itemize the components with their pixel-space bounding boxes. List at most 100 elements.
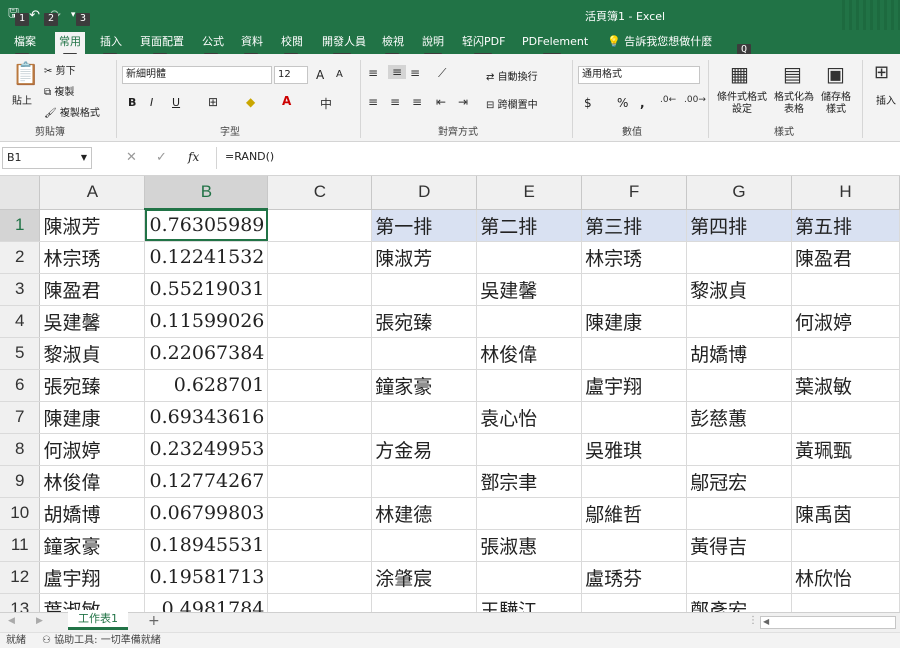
cell[interactable]: 第五排: [791, 209, 900, 242]
row-header[interactable]: 10: [0, 497, 41, 530]
cell[interactable]: [267, 273, 373, 306]
cell[interactable]: [371, 401, 478, 434]
row-header[interactable]: 1: [0, 209, 41, 242]
cell[interactable]: 鄔維哲: [581, 497, 688, 530]
tab-insert[interactable]: 插入: [96, 30, 126, 54]
sheet-tab-1[interactable]: 工作表1: [68, 610, 128, 630]
orientation-icon[interactable]: ⟋: [438, 66, 446, 81]
cell[interactable]: 陳禹茵: [791, 497, 900, 530]
cell[interactable]: 方金易: [371, 433, 478, 466]
percent-button[interactable]: %: [617, 96, 628, 110]
cell[interactable]: 張宛臻: [371, 305, 478, 338]
phonetic-icon[interactable]: 中: [320, 95, 332, 112]
cell-styles-icon[interactable]: ▣: [826, 62, 845, 86]
cell[interactable]: 0.628701: [144, 369, 269, 402]
cell[interactable]: 陳淑芳: [39, 209, 146, 242]
align-bottom-icon[interactable]: ≡: [410, 66, 420, 80]
add-sheet-button[interactable]: +: [148, 613, 160, 629]
cell[interactable]: [267, 561, 373, 594]
cell[interactable]: 涂肇宸: [371, 561, 478, 594]
merge-center-button[interactable]: ⊟ 跨欄置中: [486, 96, 538, 111]
fill-color-icon[interactable]: ◆: [246, 95, 255, 109]
font-name-select[interactable]: 新細明體: [122, 66, 272, 84]
cell[interactable]: 鄔冠宏: [686, 465, 793, 498]
increase-indent-icon[interactable]: ⇥: [458, 95, 468, 109]
row-header[interactable]: 6: [0, 369, 41, 402]
format-as-table-button[interactable]: 格式化為表格: [772, 92, 816, 116]
row-header[interactable]: 5: [0, 337, 41, 370]
cell[interactable]: [791, 465, 900, 498]
cell-styles-button[interactable]: 儲存格樣式: [818, 92, 854, 116]
cell[interactable]: [686, 305, 793, 338]
cell[interactable]: 0.22067384: [144, 337, 269, 370]
cell[interactable]: [267, 497, 373, 530]
increase-font-button[interactable]: A: [316, 68, 324, 82]
row-header[interactable]: 3: [0, 273, 41, 306]
cell[interactable]: [267, 593, 373, 612]
cell[interactable]: 黎淑貞: [686, 273, 793, 306]
prev-sheet-icon[interactable]: ◀: [8, 616, 15, 626]
cell[interactable]: 何淑婷: [791, 305, 900, 338]
cell[interactable]: 陳盈君: [791, 241, 900, 274]
column-header-a[interactable]: A: [39, 176, 146, 210]
cell[interactable]: 林俊偉: [476, 337, 583, 370]
conditional-format-icon[interactable]: ▦: [730, 62, 749, 86]
row-header[interactable]: 8: [0, 433, 41, 466]
cell[interactable]: [371, 529, 478, 562]
cell[interactable]: [581, 465, 688, 498]
cell[interactable]: 林欣怡: [791, 561, 900, 594]
align-center-icon[interactable]: ≡: [390, 95, 400, 109]
cell[interactable]: [791, 593, 900, 612]
cell[interactable]: 第三排: [581, 209, 688, 242]
cell[interactable]: 黃珮甄: [791, 433, 900, 466]
column-header-d[interactable]: D: [371, 176, 478, 210]
tab-page-layout[interactable]: 頁面配置: [136, 30, 188, 54]
cell[interactable]: [581, 273, 688, 306]
column-header-b[interactable]: B: [144, 176, 269, 210]
cell[interactable]: [686, 433, 793, 466]
currency-button[interactable]: $: [584, 96, 592, 110]
cell[interactable]: [371, 465, 478, 498]
cell[interactable]: [267, 305, 373, 338]
next-sheet-icon[interactable]: ▶: [36, 616, 43, 626]
tab-formulas[interactable]: 公式: [198, 30, 228, 54]
cell[interactable]: 第一排: [371, 209, 478, 242]
cell[interactable]: [267, 369, 373, 402]
insert-cells-icon[interactable]: ⊞: [874, 62, 889, 83]
cell[interactable]: 王驊江: [476, 593, 583, 612]
cell[interactable]: 0.06799803: [144, 497, 269, 530]
cell[interactable]: [476, 561, 583, 594]
column-header-h[interactable]: H: [791, 176, 900, 210]
cell[interactable]: [581, 593, 688, 612]
cell[interactable]: 陳淑芳: [371, 241, 478, 274]
cell[interactable]: 鄭彥宏: [686, 593, 793, 612]
cell[interactable]: 黎淑貞: [39, 337, 146, 370]
tab-developer[interactable]: 開發人員: [318, 30, 370, 54]
comma-button[interactable]: ,: [640, 96, 645, 110]
cell[interactable]: 0.12774267: [144, 465, 269, 498]
cell[interactable]: 0.69343616: [144, 401, 269, 434]
cell[interactable]: [267, 529, 373, 562]
formula-input[interactable]: =RAND(): [216, 147, 900, 169]
align-right-icon[interactable]: ≡: [412, 95, 422, 109]
cell[interactable]: 0.23249953: [144, 433, 269, 466]
horizontal-scrollbar[interactable]: ◀: [760, 616, 896, 629]
tab-home[interactable]: 常用: [55, 32, 85, 54]
cell[interactable]: 0.12241532: [144, 241, 269, 274]
format-table-icon[interactable]: ▤: [783, 62, 802, 86]
tab-help[interactable]: 說明: [418, 30, 448, 54]
paste-button[interactable]: 貼上: [12, 92, 32, 107]
cell[interactable]: 吳建馨: [39, 305, 146, 338]
row-header[interactable]: 11: [0, 529, 41, 562]
decrease-indent-icon[interactable]: ⇤: [436, 95, 446, 109]
row-header[interactable]: 7: [0, 401, 41, 434]
enter-icon[interactable]: ✓: [156, 150, 167, 165]
cell[interactable]: [581, 337, 688, 370]
tab-pdfelement[interactable]: PDFelement: [518, 30, 592, 54]
cell[interactable]: 鐘家豪: [39, 529, 146, 562]
cell[interactable]: 陳建康: [39, 401, 146, 434]
cell[interactable]: 陳盈君: [39, 273, 146, 306]
cell[interactable]: 盧琇芬: [581, 561, 688, 594]
row-header[interactable]: 4: [0, 305, 41, 338]
cell[interactable]: [267, 401, 373, 434]
